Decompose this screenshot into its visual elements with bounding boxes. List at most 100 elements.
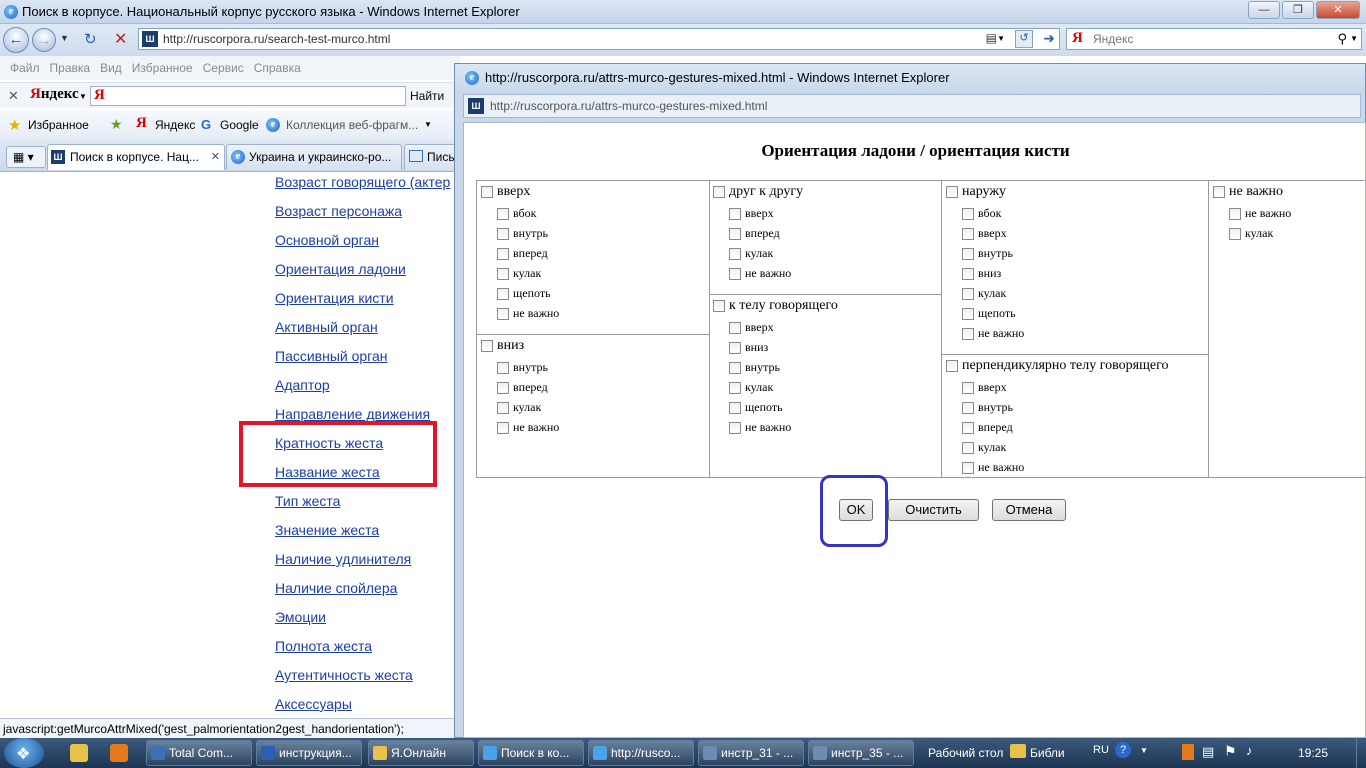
attribute-link[interactable]: Аксессуары xyxy=(275,696,352,712)
attribute-link[interactable]: Ориентация ладони xyxy=(275,261,406,277)
checkbox[interactable] xyxy=(962,307,974,320)
menu-edit[interactable]: Правка xyxy=(50,61,91,75)
explorer-quick-icon[interactable] xyxy=(70,744,88,762)
checkbox[interactable] xyxy=(497,207,509,220)
refresh-icon[interactable]: ↻ xyxy=(84,30,97,48)
checkbox[interactable] xyxy=(497,381,509,394)
language-indicator[interactable]: RU xyxy=(1093,744,1109,756)
option-checkbox[interactable]: внутрь xyxy=(497,360,548,375)
group-checkbox[interactable]: перпендикулярно телу говорящего xyxy=(946,358,1168,374)
attribute-link[interactable]: Тип жеста xyxy=(275,493,340,509)
yandex-find-button[interactable]: Найти xyxy=(410,89,444,103)
checkbox[interactable] xyxy=(729,341,741,354)
checkbox[interactable] xyxy=(962,287,974,300)
checkbox[interactable] xyxy=(497,247,509,260)
yandex-dropdown-icon[interactable]: ▼ xyxy=(79,92,87,101)
help-icon[interactable]: ? xyxy=(1115,742,1131,758)
network-icon[interactable]: ▤ xyxy=(1202,744,1214,760)
cancel-button[interactable]: Отмена xyxy=(992,499,1066,521)
option-checkbox[interactable]: не важно xyxy=(962,326,1024,341)
group-checkbox[interactable]: не важно xyxy=(1213,184,1283,200)
group-checkbox[interactable]: вверх xyxy=(481,184,530,200)
attribute-link[interactable]: Возраст персонажа xyxy=(275,203,402,219)
menu-tools[interactable]: Сервис xyxy=(203,61,244,75)
checkbox[interactable] xyxy=(946,186,958,198)
group-checkbox[interactable]: вниз xyxy=(481,338,524,354)
checkbox[interactable] xyxy=(962,207,974,220)
history-dropdown-icon[interactable]: ▼ xyxy=(60,33,69,43)
tray-expand-icon[interactable]: ▼ xyxy=(1140,746,1148,755)
option-checkbox[interactable]: вперед xyxy=(729,226,780,241)
checkbox[interactable] xyxy=(497,267,509,280)
option-checkbox[interactable]: внутрь xyxy=(729,360,780,375)
option-checkbox[interactable]: вверх xyxy=(729,320,774,335)
checkbox[interactable] xyxy=(962,401,974,414)
checkbox[interactable] xyxy=(1213,186,1225,198)
option-checkbox[interactable]: не важно xyxy=(729,266,791,281)
checkbox[interactable] xyxy=(962,227,974,240)
option-checkbox[interactable]: щепоть xyxy=(497,286,551,301)
option-checkbox[interactable]: внутрь xyxy=(962,400,1013,415)
checkbox[interactable] xyxy=(497,401,509,414)
checkbox[interactable] xyxy=(497,361,509,374)
option-checkbox[interactable]: вверх xyxy=(729,206,774,221)
attribute-link[interactable]: Наличие спойлера xyxy=(275,580,397,596)
fav-webslices[interactable]: Коллекция веб-фрагм... xyxy=(286,118,418,132)
attribute-link[interactable]: Адаптор xyxy=(275,377,330,393)
address-bar[interactable]: Ш http://ruscorpora.ru/search-test-murco… xyxy=(138,28,1060,50)
option-checkbox[interactable]: кулак xyxy=(497,266,541,281)
checkbox[interactable] xyxy=(713,186,725,198)
quick-tabs-button[interactable]: ▦ ▾ xyxy=(6,146,46,168)
option-checkbox[interactable]: внутрь xyxy=(962,246,1013,261)
option-checkbox[interactable]: вперед xyxy=(497,380,548,395)
attribute-link[interactable]: Возраст говорящего (актер xyxy=(275,174,450,190)
checkbox[interactable] xyxy=(1229,207,1241,220)
option-checkbox[interactable]: вверх xyxy=(962,380,1007,395)
checkbox[interactable] xyxy=(729,401,741,414)
option-checkbox[interactable]: щепоть xyxy=(729,400,783,415)
option-checkbox[interactable]: щепоть xyxy=(962,306,1016,321)
option-checkbox[interactable]: вниз xyxy=(962,266,1001,281)
taskbar-item[interactable]: инстр_31 - ... xyxy=(698,740,804,766)
tab-search-corpus[interactable]: Ш Поиск в корпусе. Нац... ✕ xyxy=(47,144,225,170)
maximize-button[interactable]: ❐ xyxy=(1282,1,1314,19)
menu-favorites[interactable]: Избранное xyxy=(132,61,193,75)
option-checkbox[interactable]: кулак xyxy=(729,246,773,261)
attribute-link[interactable]: Аутентичность жеста xyxy=(275,667,413,683)
address-dropdown-icon[interactable]: ▼ xyxy=(997,34,1005,43)
option-checkbox[interactable]: не важно xyxy=(1229,206,1291,221)
checkbox[interactable] xyxy=(962,461,974,474)
search-dropdown-icon[interactable]: ▼ xyxy=(1350,34,1358,43)
group-checkbox[interactable]: к телу говорящего xyxy=(713,298,838,314)
checkbox[interactable] xyxy=(962,267,974,280)
checkbox[interactable] xyxy=(962,327,974,340)
tray-app-icon[interactable] xyxy=(1182,744,1194,760)
clear-button[interactable]: Очистить xyxy=(888,499,979,521)
taskbar-item[interactable]: инстр_35 - ... xyxy=(808,740,914,766)
attribute-link[interactable]: Направление движения xyxy=(275,406,430,422)
tab-ukraine[interactable]: e Украина и украинско-ро... xyxy=(226,144,402,170)
option-checkbox[interactable]: вперед xyxy=(962,420,1013,435)
checkbox[interactable] xyxy=(481,340,493,352)
attribute-link[interactable]: Пассивный орган xyxy=(275,348,388,364)
add-favorite-icon[interactable]: ★ xyxy=(110,116,123,133)
option-checkbox[interactable]: не важно xyxy=(497,420,559,435)
checkbox[interactable] xyxy=(729,361,741,374)
stop-icon[interactable]: ✕ xyxy=(114,29,127,49)
option-checkbox[interactable]: кулак xyxy=(962,286,1006,301)
checkbox[interactable] xyxy=(497,287,509,300)
checkbox[interactable] xyxy=(729,247,741,260)
attribute-link[interactable]: Активный орган xyxy=(275,319,378,335)
desktop-toolbar[interactable]: Рабочий стол xyxy=(928,746,1003,760)
group-checkbox[interactable]: друг к другу xyxy=(713,184,803,200)
fav-yandex[interactable]: Яндекс xyxy=(155,118,195,132)
option-checkbox[interactable]: кулак xyxy=(962,440,1006,455)
action-center-icon[interactable]: ⚑ xyxy=(1224,743,1237,760)
attribute-link[interactable]: Ориентация кисти xyxy=(275,290,394,306)
forward-button[interactable]: → xyxy=(32,28,56,52)
show-desktop-button[interactable] xyxy=(1356,738,1366,768)
menu-file[interactable]: Файл xyxy=(10,61,40,75)
checkbox[interactable] xyxy=(962,247,974,260)
clock[interactable]: 19:25 xyxy=(1298,746,1328,760)
option-checkbox[interactable]: не важно xyxy=(962,460,1024,475)
